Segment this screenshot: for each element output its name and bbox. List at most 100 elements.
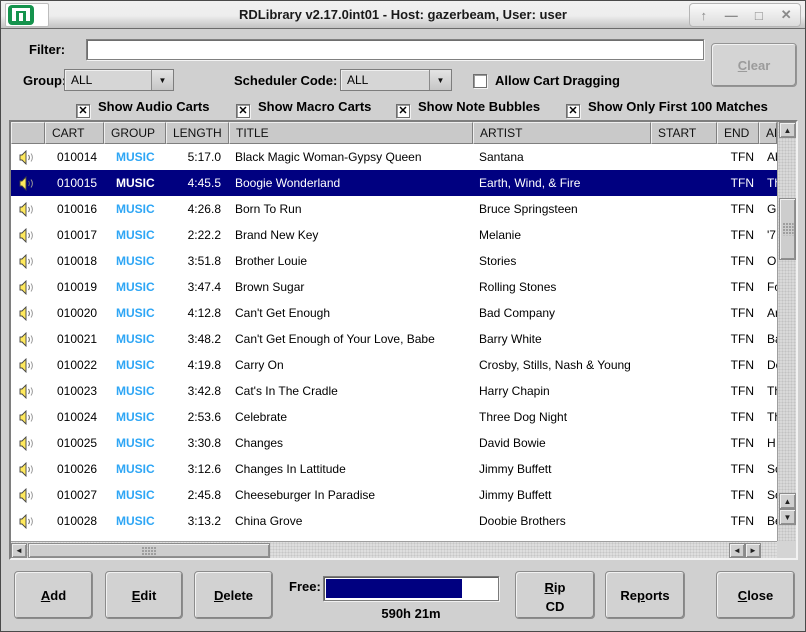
titlebar[interactable]: RDLibrary v2.17.0int01 - Host: gazerbeam… bbox=[1, 1, 805, 29]
cart-artist: Barry White bbox=[473, 332, 651, 346]
speaker-icon bbox=[11, 306, 45, 321]
cart-number: 010018 bbox=[45, 254, 104, 268]
scroll-left-icon[interactable]: ◄ bbox=[729, 543, 745, 558]
table-row[interactable]: 010024 MUSIC 2:53.6 Celebrate Three Dog … bbox=[11, 404, 777, 430]
edit-button[interactable]: Edit bbox=[105, 571, 183, 619]
scroll-left-icon[interactable]: ◄ bbox=[11, 543, 27, 558]
scrollbar-corner bbox=[777, 541, 796, 558]
cart-group: MUSIC bbox=[104, 228, 166, 242]
table-row[interactable]: 010023 MUSIC 3:42.8 Cat's In The Cradle … bbox=[11, 378, 777, 404]
column-header-album[interactable]: ALBUM bbox=[759, 122, 777, 144]
cart-end: TFN bbox=[717, 150, 759, 164]
checkbox-icon[interactable] bbox=[236, 104, 250, 118]
show-audio-carts-checkbox[interactable]: Show Audio Carts bbox=[76, 98, 209, 118]
checkbox-icon[interactable] bbox=[396, 104, 410, 118]
horizontal-scrollbar[interactable]: ◄ ◄ ► bbox=[11, 541, 777, 558]
table-row[interactable]: 010017 MUSIC 2:22.2 Brand New Key Melani… bbox=[11, 222, 777, 248]
checkbox-icon[interactable] bbox=[566, 104, 580, 118]
cart-album: Be bbox=[759, 514, 777, 528]
cart-album: De bbox=[759, 358, 777, 372]
vertical-scrollbar[interactable]: ▲ ▲ ▼ bbox=[777, 122, 796, 541]
filter-input[interactable] bbox=[86, 39, 704, 60]
show-macro-carts-checkbox[interactable]: Show Macro Carts bbox=[236, 98, 371, 118]
table-row[interactable]: 010020 MUSIC 4:12.8 Can't Get Enough Bad… bbox=[11, 300, 777, 326]
reports-button[interactable]: Reports bbox=[605, 571, 685, 619]
cart-group: MUSIC bbox=[104, 410, 166, 424]
column-header-artist[interactable]: ARTIST bbox=[473, 122, 651, 144]
add-button[interactable]: Add bbox=[14, 571, 93, 619]
table-row[interactable]: 010022 MUSIC 4:19.8 Carry On Crosby, Sti… bbox=[11, 352, 777, 378]
cart-end: TFN bbox=[717, 254, 759, 268]
scroll-up-icon[interactable]: ▲ bbox=[779, 493, 796, 509]
allow-cart-dragging-checkbox[interactable]: Allow Cart Dragging bbox=[473, 72, 620, 90]
cart-list: CART GROUP LENGTH TITLE ARTIST START END… bbox=[9, 120, 798, 560]
cart-number: 010024 bbox=[45, 410, 104, 424]
cart-title: Celebrate bbox=[229, 410, 473, 424]
speaker-icon bbox=[11, 280, 45, 295]
table-row[interactable]: 010015 MUSIC 4:45.5 Boogie Wonderland Ea… bbox=[11, 170, 777, 196]
column-header-group[interactable]: GROUP bbox=[104, 122, 166, 144]
show-note-bubbles-checkbox[interactable]: Show Note Bubbles bbox=[396, 98, 540, 118]
cart-title: Changes In Lattitude bbox=[229, 462, 473, 476]
table-row[interactable]: 010027 MUSIC 2:45.8 Cheeseburger In Para… bbox=[11, 482, 777, 508]
table-row[interactable]: 010019 MUSIC 3:47.4 Brown Sugar Rolling … bbox=[11, 274, 777, 300]
cart-title: Cat's In The Cradle bbox=[229, 384, 473, 398]
checkbox-icon[interactable] bbox=[76, 104, 90, 118]
table-row[interactable]: 010016 MUSIC 4:26.8 Born To Run Bruce Sp… bbox=[11, 196, 777, 222]
cart-end: TFN bbox=[717, 228, 759, 242]
checkbox-icon[interactable] bbox=[473, 74, 487, 88]
group-select[interactable]: ALL ▼ bbox=[64, 69, 174, 91]
delete-button[interactable]: Delete bbox=[194, 571, 273, 619]
shade-icon[interactable]: ↑ bbox=[693, 5, 715, 25]
cart-title: Cheeseburger In Paradise bbox=[229, 488, 473, 502]
column-header-icon[interactable] bbox=[11, 122, 45, 144]
cart-number: 010026 bbox=[45, 462, 104, 476]
chevron-down-icon: ▼ bbox=[429, 70, 451, 90]
cart-title: Brown Sugar bbox=[229, 280, 473, 294]
speaker-icon bbox=[11, 358, 45, 373]
table-row[interactable]: 010018 MUSIC 3:51.8 Brother Louie Storie… bbox=[11, 248, 777, 274]
cart-title: China Grove bbox=[229, 514, 473, 528]
table-row[interactable]: 010025 MUSIC 3:30.8 Changes David Bowie … bbox=[11, 430, 777, 456]
table-row[interactable]: 010026 MUSIC 3:12.6 Changes In Lattitude… bbox=[11, 456, 777, 482]
cart-number: 010022 bbox=[45, 358, 104, 372]
scroll-down-icon[interactable]: ▼ bbox=[779, 509, 796, 525]
cart-artist: Rolling Stones bbox=[473, 280, 651, 294]
cart-album: Sc bbox=[759, 462, 777, 476]
show-only-first-100-checkbox[interactable]: Show Only First 100 Matches bbox=[566, 98, 768, 118]
cart-album: G bbox=[759, 202, 777, 216]
scroll-up-icon[interactable]: ▲ bbox=[779, 122, 796, 138]
maximize-icon[interactable]: □ bbox=[748, 5, 770, 25]
rip-cd-button[interactable]: RipCD bbox=[515, 571, 595, 619]
close-button[interactable]: Close bbox=[716, 571, 795, 619]
cart-group: MUSIC bbox=[104, 176, 166, 190]
column-header-start[interactable]: START bbox=[651, 122, 717, 144]
window-controls: ↑ — □ ✕ bbox=[689, 3, 801, 27]
column-header-title[interactable]: TITLE bbox=[229, 122, 473, 144]
cart-group: MUSIC bbox=[104, 514, 166, 528]
column-header-cart[interactable]: CART bbox=[45, 122, 104, 144]
table-row[interactable] bbox=[11, 534, 777, 541]
cart-album: An bbox=[759, 306, 777, 320]
speaker-icon bbox=[11, 462, 45, 477]
column-header-end[interactable]: END bbox=[717, 122, 759, 144]
close-icon[interactable]: ✕ bbox=[775, 5, 797, 25]
minimize-icon[interactable]: — bbox=[720, 5, 742, 25]
scroll-right-icon[interactable]: ► bbox=[745, 543, 761, 558]
cart-title: Carry On bbox=[229, 358, 473, 372]
cart-group: MUSIC bbox=[104, 332, 166, 346]
cart-title: Black Magic Woman-Gypsy Queen bbox=[229, 150, 473, 164]
cart-group: MUSIC bbox=[104, 384, 166, 398]
table-row[interactable]: 010021 MUSIC 3:48.2 Can't Get Enough of … bbox=[11, 326, 777, 352]
cart-length: 3:51.8 bbox=[166, 254, 229, 268]
table-row[interactable]: 010028 MUSIC 3:13.2 China Grove Doobie B… bbox=[11, 508, 777, 534]
speaker-icon bbox=[11, 436, 45, 451]
scheduler-code-select[interactable]: ALL ▼ bbox=[340, 69, 452, 91]
horizontal-scrollbar-thumb[interactable] bbox=[28, 543, 270, 558]
vertical-scrollbar-thumb[interactable] bbox=[779, 198, 796, 260]
cart-group: MUSIC bbox=[104, 254, 166, 268]
column-header-length[interactable]: LENGTH bbox=[166, 122, 229, 144]
table-row[interactable]: 010014 MUSIC 5:17.0 Black Magic Woman-Gy… bbox=[11, 144, 777, 170]
speaker-icon bbox=[11, 384, 45, 399]
clear-button[interactable]: Clear bbox=[711, 43, 797, 87]
